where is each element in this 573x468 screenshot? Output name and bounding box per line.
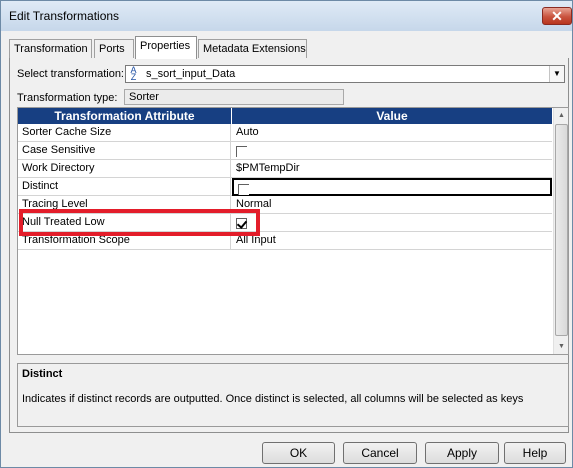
tab-ports[interactable]: Ports: [94, 39, 134, 58]
value-cell[interactable]: Auto: [232, 124, 552, 142]
select-transformation-label: Select transformation:: [17, 68, 124, 80]
transformation-type-field: Sorter: [124, 89, 344, 105]
tab-strip: Transformation Ports Properties Metadata…: [1, 31, 572, 59]
distinct-checkbox[interactable]: [238, 184, 249, 195]
cancel-button[interactable]: Cancel: [343, 442, 417, 464]
sort-az-icon: AZ: [130, 65, 137, 82]
help-button[interactable]: Help: [504, 442, 566, 464]
edit-transformations-dialog: Edit Transformations ✕ Transformation Po…: [0, 0, 573, 468]
apply-button[interactable]: Apply: [425, 442, 499, 464]
attribute-cell: Work Directory: [18, 160, 231, 178]
value-cell[interactable]: Normal: [232, 196, 552, 214]
chevron-down-icon[interactable]: ▼: [549, 66, 564, 82]
description-text: Indicates if distinct records are output…: [22, 393, 524, 405]
table-row[interactable]: Work Directory $PMTempDir: [18, 160, 552, 178]
value-cell[interactable]: $PMTempDir: [232, 160, 552, 178]
table-row[interactable]: Sorter Cache Size Auto: [18, 124, 552, 142]
table-row[interactable]: Distinct: [18, 178, 552, 196]
tab-properties[interactable]: Properties: [135, 36, 197, 59]
title-bar[interactable]: Edit Transformations ✕: [1, 1, 572, 31]
selected-transformation: s_sort_input_Data: [146, 68, 236, 80]
description-panel: Distinct Indicates if distinct records a…: [17, 363, 569, 427]
column-header-value[interactable]: Value: [232, 108, 552, 124]
tab-metadata-extensions[interactable]: Metadata Extensions: [198, 39, 307, 58]
scroll-down-icon[interactable]: ▼: [554, 339, 569, 354]
value-cell: [232, 142, 552, 160]
attribute-cell: Case Sensitive: [18, 142, 231, 160]
scroll-up-icon[interactable]: ▲: [554, 108, 569, 123]
vertical-scrollbar[interactable]: ▲ ▼: [553, 108, 568, 354]
value-cell[interactable]: All Input: [232, 232, 552, 250]
select-transformation-dropdown[interactable]: AZ s_sort_input_Data ▼: [125, 65, 565, 83]
dialog-title: Edit Transformations: [9, 9, 120, 23]
description-title: Distinct: [22, 368, 63, 380]
close-button[interactable]: ✕: [542, 7, 572, 25]
scrollbar-thumb[interactable]: [555, 124, 568, 336]
ok-button[interactable]: OK: [262, 442, 335, 464]
column-header-attribute[interactable]: Transformation Attribute: [18, 108, 231, 124]
attribute-cell: Sorter Cache Size: [18, 124, 231, 142]
value-cell: [232, 214, 552, 232]
highlight-annotation: [19, 209, 260, 236]
table-row[interactable]: Case Sensitive: [18, 142, 552, 160]
tab-transformation[interactable]: Transformation: [9, 39, 92, 58]
transformation-type-label: Transformation type:: [17, 92, 118, 104]
case-sensitive-checkbox[interactable]: [236, 146, 247, 157]
value-cell: [232, 178, 552, 196]
attribute-cell: Distinct: [18, 178, 231, 196]
